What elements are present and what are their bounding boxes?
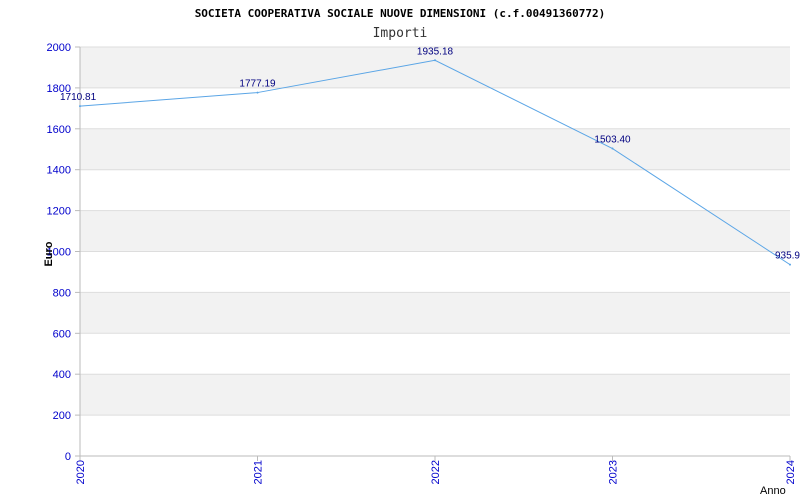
data-point [789,263,791,266]
data-label: 1710.81 [60,92,97,103]
chart-title: SOCIETA COOPERATIVA SOCIALE NUOVE DIMENS… [195,7,606,20]
x-tick-labels: 2020 2021 2022 2023 2024 [75,456,797,484]
data-point [434,59,436,62]
y-tick-label: 600 [53,328,71,340]
y-tick-label: 800 [53,287,71,299]
y-tick-label: 0 [65,451,71,463]
data-point [611,147,614,150]
y-tick-label: 2000 [47,42,71,54]
y-tick-label: 1600 [47,124,71,136]
grid-band [80,128,790,170]
y-tick-label: 400 [53,369,71,381]
x-tick-label: 2024 [785,460,797,484]
grid-band [80,374,790,416]
grid-bands [80,47,790,416]
y-tick-label: 200 [53,410,71,422]
data-label: 1935.18 [417,46,454,57]
data-point [79,105,81,108]
x-axis-label: Anno [760,485,786,497]
y-axis-label: Euro [43,241,55,266]
data-label: 1503.40 [594,135,631,146]
data-point [256,91,259,94]
x-tick-label: 2021 [253,460,265,484]
chart-subtitle: Importi [373,26,428,41]
chart: 0 200 400 600 800 1000 1200 1400 1600 1800 2000 20… [0,0,800,500]
y-tick-label: 1400 [47,165,71,177]
data-label: 935.9 [775,251,800,262]
grid-band [80,210,790,252]
x-tick-label: 2022 [430,460,442,484]
x-tick-label: 2020 [75,460,87,484]
grid-band [80,292,790,334]
line-chart: 0200400600800100012001400160018002000 20… [43,7,800,497]
y-tick-label: 1200 [47,206,71,218]
x-tick-label: 2023 [608,460,620,484]
data-label: 1777.19 [239,79,276,90]
